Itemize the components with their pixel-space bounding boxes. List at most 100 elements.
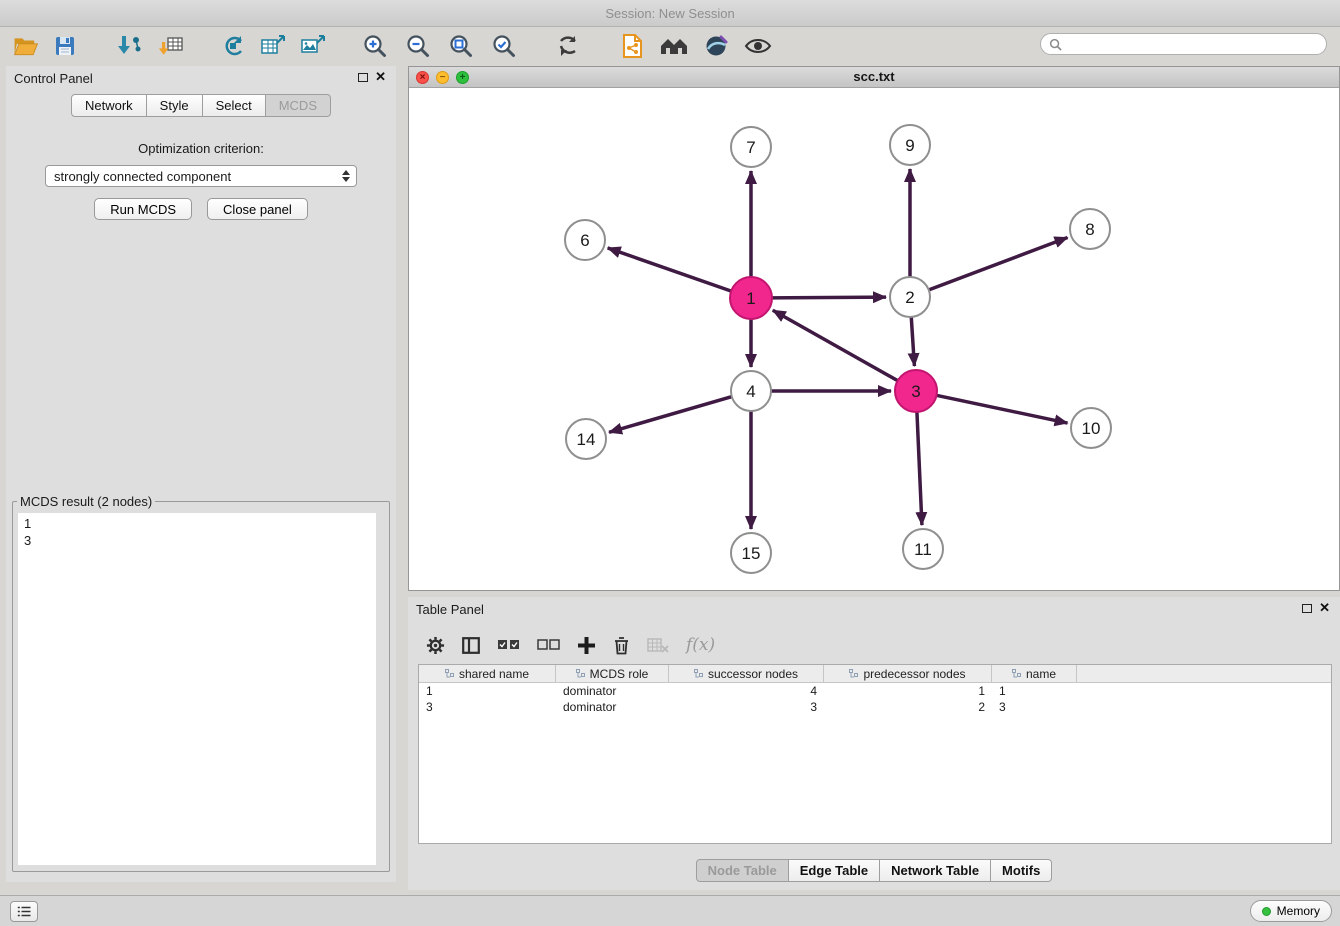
graph-edge-2-8[interactable] [927, 237, 1068, 290]
memory-button-label: Memory [1277, 904, 1320, 918]
column-header-MCDS-role[interactable]: MCDS role [556, 665, 669, 682]
graph-edge-1-2[interactable] [770, 297, 886, 298]
table-row[interactable]: 3dominator323 [419, 699, 1331, 715]
zoom-selected-icon [491, 33, 517, 59]
import-table-button[interactable] [154, 31, 188, 61]
node-table: shared nameMCDS rolesuccessor nodesprede… [418, 664, 1332, 844]
table-row[interactable]: 1dominator411 [419, 683, 1331, 699]
window-title: Session: New Session [605, 6, 734, 21]
search-field[interactable] [1040, 33, 1327, 55]
zoom-out-button[interactable] [401, 31, 435, 61]
delete-row-button[interactable] [613, 636, 630, 655]
table-panel: Table Panel ✕ [408, 597, 1340, 890]
export-image-icon [300, 34, 326, 58]
table-cell[interactable]: 1 [824, 683, 992, 699]
export-table-icon [260, 34, 286, 58]
show-columns-button[interactable] [462, 637, 480, 654]
graph-node-label: 15 [742, 544, 761, 563]
mcds-result-text: 1 3 [18, 513, 376, 865]
graph-edge-3-10[interactable] [935, 395, 1068, 423]
import-network-button[interactable] [112, 31, 146, 61]
style-preview-button[interactable] [699, 31, 733, 61]
graph-edge-2-3[interactable] [911, 315, 914, 366]
column-header-shared-name[interactable]: shared name [419, 665, 556, 682]
table-cell[interactable]: dominator [556, 699, 669, 715]
table-cell[interactable]: 4 [669, 683, 824, 699]
graph-node-label: 2 [905, 288, 914, 307]
close-window-icon[interactable]: × [416, 71, 429, 84]
tab-edge-table[interactable]: Edge Table [789, 859, 880, 882]
function-builder-button[interactable]: f(x) [686, 635, 715, 655]
graph-node-label: 8 [1085, 220, 1094, 239]
home-button[interactable] [657, 31, 691, 61]
maximize-window-icon[interactable]: + [456, 71, 469, 84]
close-icon[interactable]: ✕ [1319, 601, 1330, 615]
graph-node-label: 1 [746, 289, 755, 308]
tab-mcds[interactable]: MCDS [266, 94, 331, 117]
optimization-dropdown[interactable]: strongly connected component [45, 165, 357, 187]
network-graph: 7968124314101511 [409, 88, 1339, 590]
tab-network[interactable]: Network [71, 94, 147, 117]
table-body: 1dominator4113dominator323 [419, 683, 1331, 715]
network-canvas[interactable]: 7968124314101511 [409, 88, 1339, 590]
tab-style[interactable]: Style [147, 94, 203, 117]
panel-list-button[interactable] [10, 901, 38, 922]
graph-node-label: 14 [577, 430, 596, 449]
tab-select[interactable]: Select [203, 94, 266, 117]
graph-edge-3-11[interactable] [917, 410, 922, 525]
tab-node-table[interactable]: Node Table [696, 859, 789, 882]
table-cell[interactable]: 2 [824, 699, 992, 715]
export-table-button[interactable] [256, 31, 290, 61]
search-input[interactable] [1067, 36, 1326, 53]
add-row-button[interactable] [577, 636, 596, 655]
table-settings-button[interactable] [426, 636, 445, 655]
tab-motifs[interactable]: Motifs [991, 859, 1052, 882]
memory-status-icon [1262, 907, 1271, 916]
graph-edge-4-14[interactable] [609, 396, 734, 432]
export-image-button[interactable] [296, 31, 330, 61]
open-session-button[interactable] [8, 31, 42, 61]
delete-table-button[interactable] [647, 637, 669, 653]
table-cell[interactable]: 1 [419, 683, 556, 699]
close-icon[interactable]: ✕ [375, 70, 386, 84]
graph-edge-1-6[interactable] [608, 248, 733, 292]
dropdown-stepper-icon [342, 170, 350, 182]
zoom-selected-button[interactable] [487, 31, 521, 61]
float-window-icon[interactable] [358, 73, 368, 82]
status-bar: Memory [0, 895, 1340, 926]
zoom-in-icon [362, 33, 388, 59]
close-panel-button[interactable]: Close panel [207, 198, 308, 220]
optimization-dropdown-value: strongly connected component [54, 169, 231, 184]
table-cell[interactable]: 3 [669, 699, 824, 715]
network-window-title: scc.txt [853, 69, 894, 84]
table-cell[interactable]: dominator [556, 683, 669, 699]
plus-icon [577, 636, 596, 655]
show-hide-graphics-button[interactable] [741, 31, 775, 61]
zoom-fit-icon [448, 33, 474, 59]
float-window-icon[interactable] [1302, 604, 1312, 613]
table-cell[interactable]: 3 [992, 699, 1077, 715]
import-network-icon [116, 34, 142, 58]
zoom-fit-button[interactable] [444, 31, 478, 61]
folder-open-icon [12, 34, 39, 58]
export-network-button[interactable] [216, 31, 250, 61]
tab-network-table[interactable]: Network Table [880, 859, 991, 882]
minimize-window-icon[interactable]: − [436, 71, 449, 84]
deselect-all-button[interactable] [537, 639, 560, 651]
refresh-button[interactable] [551, 31, 585, 61]
run-mcds-button[interactable]: Run MCDS [94, 198, 192, 220]
column-header-successor-nodes[interactable]: successor nodes [669, 665, 824, 682]
select-all-button[interactable] [497, 639, 520, 651]
column-header-predecessor-nodes[interactable]: predecessor nodes [824, 665, 992, 682]
table-cell[interactable]: 1 [992, 683, 1077, 699]
save-session-button[interactable] [48, 31, 82, 61]
graph-edge-3-1[interactable] [773, 310, 900, 381]
memory-button[interactable]: Memory [1250, 900, 1332, 922]
zoom-in-button[interactable] [358, 31, 392, 61]
column-header-name[interactable]: name [992, 665, 1077, 682]
table-cell[interactable]: 3 [419, 699, 556, 715]
window-controls: × − + [416, 71, 469, 84]
network-window-titlebar[interactable]: × − + scc.txt [409, 67, 1339, 88]
checked-boxes-icon [497, 639, 520, 651]
open-in-browser-button[interactable] [615, 31, 649, 61]
